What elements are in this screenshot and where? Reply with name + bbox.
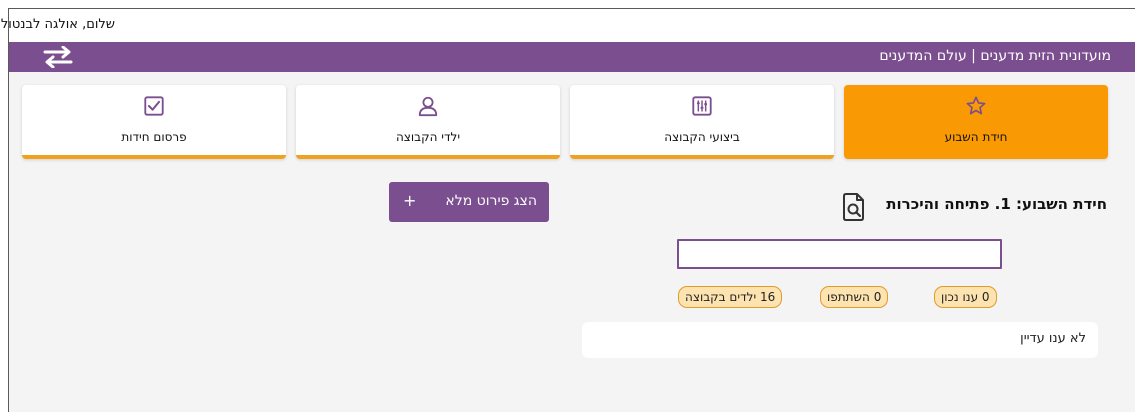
sliders-icon [692,96,712,116]
answer-input[interactable] [677,239,1002,269]
tab-publish-riddles[interactable]: פרסום חידות [22,85,286,159]
checkbox-icon [144,96,164,116]
tab-label: חידת השבוע [944,130,1008,144]
swap-arrows-icon[interactable] [41,46,75,68]
weekly-riddle-title: חידת השבוע: 1. פתיחה והיכרות [886,195,1107,213]
page-title: מועדונית הזית מדענים | עולם המדענים [879,48,1111,64]
tab-label: פרסום חידות [121,130,187,144]
star-icon [966,96,986,115]
correct-answers-badge: 0 ענו נכון [934,286,997,308]
tab-weekly-riddle[interactable]: חידת השבוע [844,85,1108,159]
user-icon [418,96,438,117]
group-kids-badge: 16 ילדים בקבוצה [678,286,783,308]
tab-group-performance[interactable]: ביצועי הקבוצה [570,85,834,159]
document-search-icon[interactable] [841,192,867,222]
participants-badge: 0 השתתפו [820,286,889,308]
tab-label: ביצועי הקבוצה [664,130,740,144]
user-greeting: שלום, אולגה לבנטול [0,17,115,32]
greeting-bar: שלום, אולגה לבנטול [1,9,1135,42]
tab-group-kids[interactable]: ילדי הקבוצה [296,85,560,159]
tab-label: ילדי הקבוצה [395,130,461,144]
show-full-details-label: הצג פירוט מלא [445,193,537,209]
show-full-details-button[interactable]: הצג פירוט מלא + [389,182,549,222]
no-answers-message: לא ענו עדיין [1020,331,1086,346]
header-bar: מועדונית הזית מדענים | עולם המדענים [9,42,1135,72]
plus-icon: + [403,191,417,210]
answers-list: לא ענו עדיין [582,322,1098,358]
